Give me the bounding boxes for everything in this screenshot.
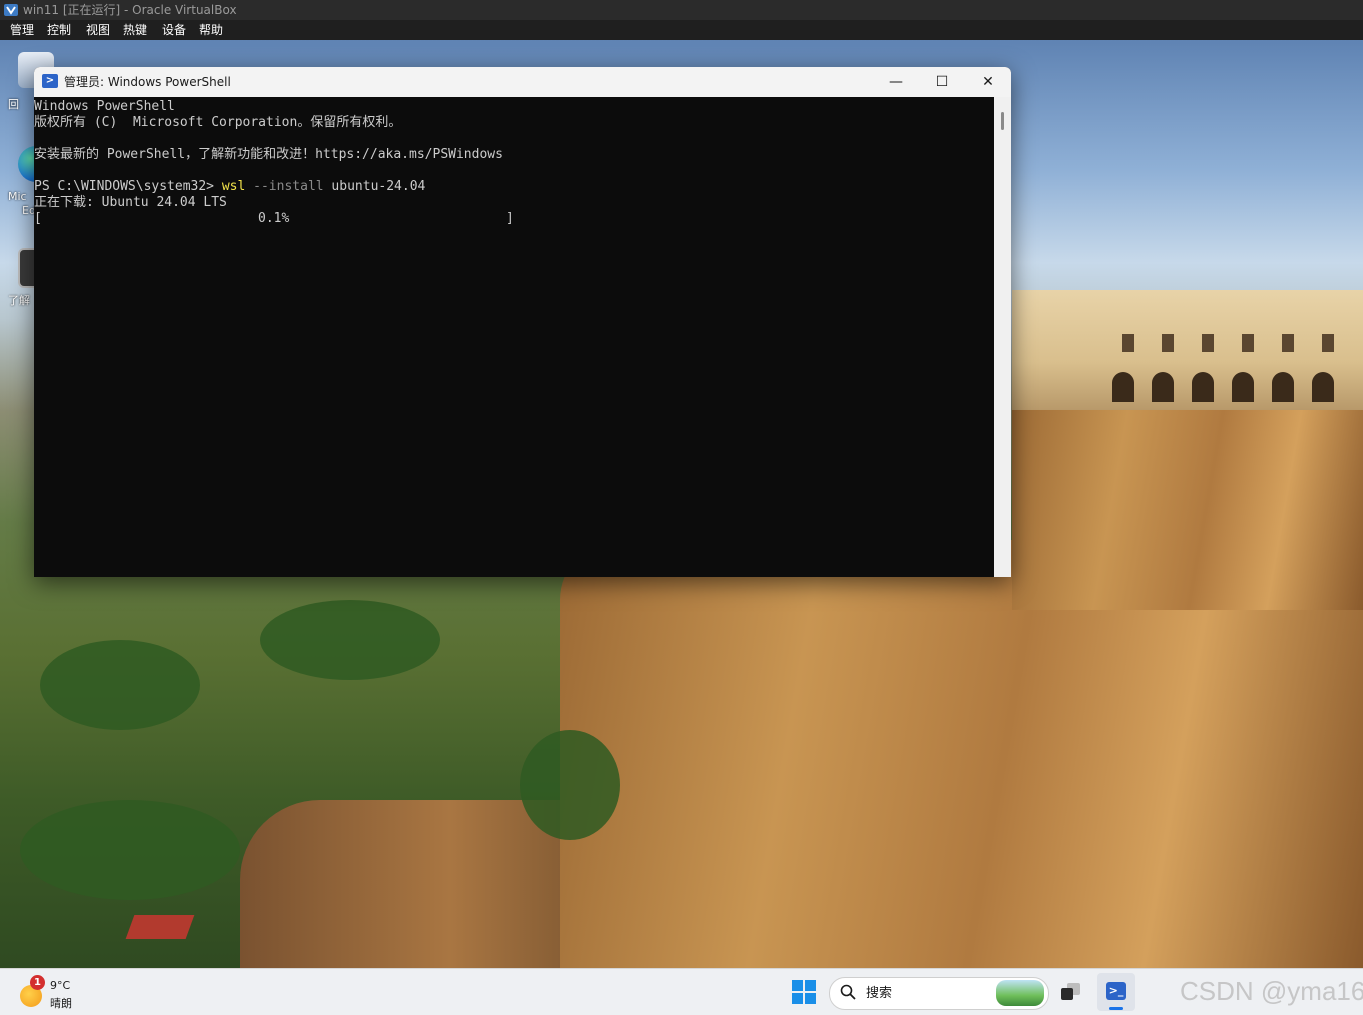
menu-devices[interactable]: 设备 xyxy=(160,20,188,40)
wallpaper-trees xyxy=(20,800,240,900)
powershell-icon: >_ xyxy=(1106,982,1126,1000)
taskbar-powershell-button[interactable]: >_ xyxy=(1097,973,1135,1011)
wallpaper-cliff xyxy=(1012,410,1363,610)
scrollbar-thumb[interactable] xyxy=(1001,112,1004,130)
console-prompt: PS C:\WINDOWS\system32> xyxy=(34,179,222,194)
powershell-console[interactable]: Windows PowerShell 版权所有 (C) Microsoft Co… xyxy=(34,97,994,577)
vbox-menubar: 管理 控制 视图 热键 设备 帮助 xyxy=(0,20,1363,40)
notification-badge: 1 xyxy=(30,975,45,990)
task-view-button[interactable] xyxy=(1059,980,1083,1004)
menu-manage[interactable]: 管理 xyxy=(8,20,36,40)
wallpaper-trees xyxy=(260,600,440,680)
close-button[interactable]: ✕ xyxy=(965,67,1011,97)
menu-help[interactable]: 帮助 xyxy=(197,20,225,40)
virtualbox-icon xyxy=(4,4,18,16)
windows-logo-icon xyxy=(792,980,803,991)
search-icon xyxy=(840,984,856,1000)
taskbar: 1 9°C 晴朗 搜索 >_ xyxy=(0,968,1363,1015)
search-highlight-image xyxy=(996,980,1044,1006)
powershell-window[interactable]: > 管理员: Windows PowerShell — ☐ ✕ Windows … xyxy=(34,67,1011,577)
console-download-status: 正在下载: Ubuntu 24.04 LTS xyxy=(34,195,227,210)
start-button[interactable] xyxy=(792,980,816,1004)
wallpaper-building xyxy=(1012,290,1363,410)
console-scrollbar[interactable] xyxy=(994,97,1011,577)
console-command: wsl xyxy=(221,179,246,194)
progress-bracket-open: [ xyxy=(34,211,42,226)
minimize-button[interactable]: — xyxy=(873,67,919,97)
progress-bracket-close: ] xyxy=(506,211,514,226)
vbox-window-title: win11 [正在运行] - Oracle VirtualBox xyxy=(23,3,237,17)
progress-percent: 0.1% xyxy=(258,211,290,226)
console-install-hint: 安装最新的 PowerShell，了解新功能和改进！https://aka.ms… xyxy=(34,147,503,162)
console-param: --install xyxy=(245,179,324,194)
powershell-icon: > xyxy=(42,74,58,88)
wallpaper-trees xyxy=(40,640,200,730)
powershell-window-title: 管理员: Windows PowerShell xyxy=(64,75,231,89)
console-copyright: 版权所有 (C) Microsoft Corporation。保留所有权利。 xyxy=(34,115,402,130)
active-indicator xyxy=(1109,1007,1123,1010)
powershell-titlebar[interactable]: > 管理员: Windows PowerShell — ☐ ✕ xyxy=(34,67,1011,97)
maximize-button[interactable]: ☐ xyxy=(919,67,965,97)
menu-hotkeys[interactable]: 热键 xyxy=(121,20,149,40)
search-placeholder: 搜索 xyxy=(866,986,893,1001)
console-command-line: PS C:\WINDOWS\system32> wsl --install ub… xyxy=(34,179,425,195)
wallpaper-house xyxy=(125,915,195,939)
menu-control[interactable]: 控制 xyxy=(45,20,73,40)
taskbar-search[interactable]: 搜索 xyxy=(829,977,1049,1010)
menu-view[interactable]: 视图 xyxy=(84,20,112,40)
console-arg: ubuntu-24.04 xyxy=(323,179,426,194)
wallpaper-trees xyxy=(520,730,620,840)
weather-widget[interactable]: 1 9°C 晴朗 xyxy=(18,975,88,1011)
csdn-watermark: CSDN @yma16 xyxy=(1180,976,1363,1006)
vbox-titlebar: win11 [正在运行] - Oracle VirtualBox xyxy=(0,0,1363,20)
console-banner: Windows PowerShell xyxy=(34,99,175,114)
weather-temperature: 9°C xyxy=(50,979,71,992)
weather-condition: 晴朗 xyxy=(50,997,72,1010)
